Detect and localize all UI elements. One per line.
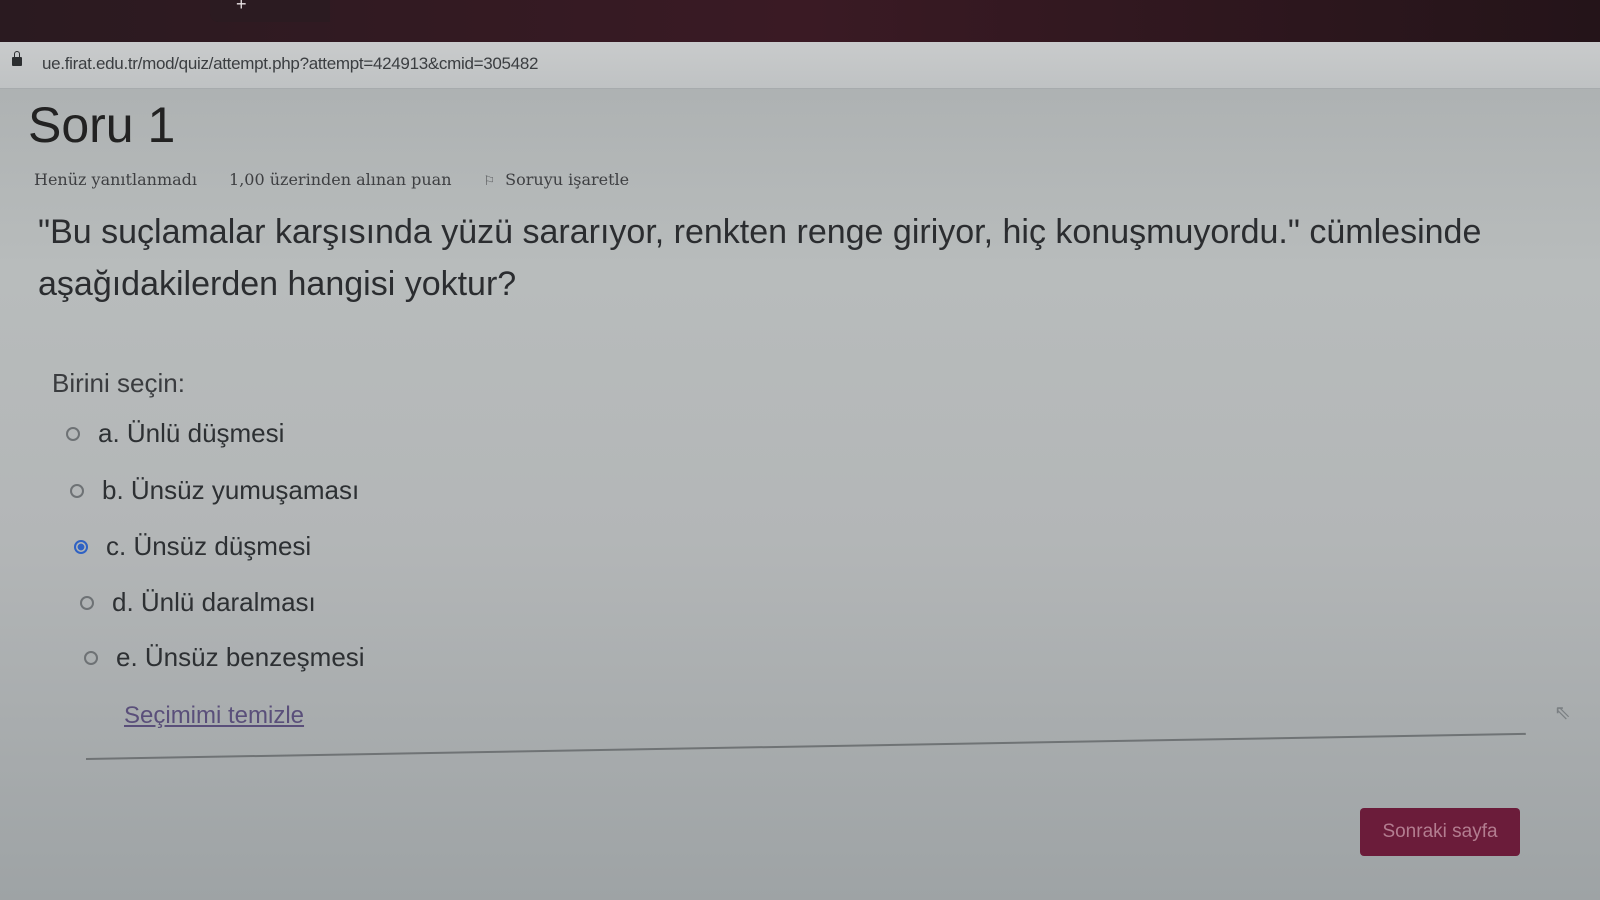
browser-tab-strip: + <box>0 0 1600 42</box>
choose-label: Birini seçin: <box>52 368 185 398</box>
flag-icon: ⚐ <box>483 174 496 189</box>
option-d-radio[interactable] <box>80 595 94 610</box>
flag-question-label: Soruyu işaretle <box>505 170 630 189</box>
clear-selection-link[interactable]: Seçimimi temizle <box>124 702 304 730</box>
new-tab-icon[interactable]: + <box>236 0 247 15</box>
option-b[interactable]: b. Ünsüz yumuşaması <box>70 475 359 506</box>
option-c[interactable]: c. Ünsüz düşmesi <box>74 531 311 562</box>
option-d-label: d. Ünlü daralması <box>112 587 316 617</box>
option-e-label: e. Ünsüz benzeşmesi <box>116 642 365 672</box>
question-info: Henüz yanıtlanmadı 1,00 üzerinden alınan… <box>34 170 629 189</box>
question-points: 1,00 üzerinden alınan puan <box>229 170 452 189</box>
lock-icon[interactable] <box>12 51 22 66</box>
option-a-label: a. Ünlü düşmesi <box>98 418 285 448</box>
option-a[interactable]: a. Ünlü düşmesi <box>66 418 284 449</box>
url-text[interactable]: ue.firat.edu.tr/mod/quiz/attempt.php?att… <box>42 54 538 74</box>
mouse-cursor-icon: ⇖ <box>1554 702 1571 724</box>
next-page-button[interactable]: Sonraki sayfa <box>1360 808 1520 856</box>
question-status: Henüz yanıtlanmadı <box>34 170 198 189</box>
flag-question-link[interactable]: ⚐ Soruyu işaretle <box>484 170 630 189</box>
option-e-radio[interactable] <box>84 650 98 665</box>
address-bar[interactable]: ue.firat.edu.tr/mod/quiz/attempt.php?att… <box>0 42 1600 89</box>
question-title: Soru 1 <box>28 97 176 153</box>
option-b-label: b. Ünsüz yumuşaması <box>102 475 360 505</box>
option-b-radio[interactable] <box>70 483 84 498</box>
option-e[interactable]: e. Ünsüz benzeşmesi <box>84 642 365 673</box>
option-d[interactable]: d. Ünlü daralması <box>80 587 316 618</box>
quiz-content: Soru 1 Henüz yanıtlanmadı 1,00 üzerinden… <box>0 88 1600 900</box>
option-c-radio[interactable] <box>74 539 88 554</box>
question-text: "Bu suçlamalar karşısında yüzü sararıyor… <box>38 213 1482 303</box>
divider <box>85 732 1526 760</box>
option-a-radio[interactable] <box>66 426 80 441</box>
option-c-label: c. Ünsüz düşmesi <box>106 531 312 561</box>
browser-tab[interactable] <box>210 0 330 22</box>
